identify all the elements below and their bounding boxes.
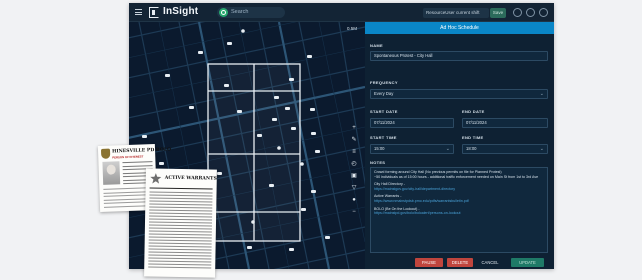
search-input[interactable]: Search	[217, 7, 285, 18]
map-scale-label: 0.5M	[347, 26, 358, 31]
chevron-down-icon: ⌄	[445, 146, 450, 152]
ad-hoc-schedule-panel: Ad Hoc Schedule NAME Spontaneous Protest…	[365, 22, 554, 269]
warrants-table	[148, 191, 213, 270]
frequency-select[interactable]: Every Day ⌄	[370, 89, 548, 99]
zoom-out-icon[interactable]: −	[349, 206, 359, 218]
pause-button[interactable]: PAUSE	[415, 258, 443, 267]
warrants-title: ACTIVE WARRANTS	[164, 175, 217, 182]
menu-icon[interactable]	[135, 9, 142, 15]
filter-icon[interactable]: ▽	[349, 182, 359, 194]
layers-icon[interactable]: ≡	[349, 146, 359, 158]
active-warrants-document: ACTIVE WARRANTS	[144, 168, 217, 278]
start-time-label: START TIME	[370, 135, 397, 140]
top-bar: InSight Search ResourceUser current shif…	[129, 3, 554, 22]
name-field[interactable]: Spontaneous Protest - City Hall	[370, 51, 548, 61]
cancel-button[interactable]: CANCEL	[477, 258, 503, 267]
police-badge-icon	[100, 148, 111, 159]
user-avatar-icon[interactable]	[539, 8, 548, 17]
start-date-label: START DATE	[370, 109, 398, 114]
end-time-select[interactable]: 18:00 ⌄	[462, 144, 548, 154]
end-time-label: END TIME	[462, 135, 484, 140]
end-time-value: 18:00	[466, 146, 477, 151]
frequency-label: FREQUENCY	[370, 80, 398, 85]
chevron-down-icon: ⌄	[539, 146, 544, 152]
notes-line: ~50 individuals as of 15:00 hours - addi…	[374, 174, 539, 179]
search-placeholder: Search	[231, 9, 249, 15]
end-date-field[interactable]: 07/11/2024	[462, 118, 548, 128]
name-label: NAME	[370, 43, 383, 48]
map-toolbar: + ✎ ≡ ◴ ▣ ▽ ● −	[349, 122, 359, 218]
start-time-select[interactable]: 15:00 ⌄	[370, 144, 454, 154]
bolo-subtitle: PERSON OF INTEREST	[112, 154, 144, 160]
start-date-field[interactable]: 07/11/2024	[370, 118, 454, 128]
end-date-label: END DATE	[462, 109, 485, 114]
search-icon	[219, 8, 228, 17]
user-shift-select[interactable]: ResourceUser current shift	[423, 8, 489, 18]
bolo-link[interactable]: https://mainstpd.gov/bolo/boloalert/pers…	[374, 211, 544, 216]
notes-label: NOTES	[370, 160, 386, 165]
delete-button[interactable]: DELETE	[447, 258, 473, 267]
insight-logo-icon	[149, 7, 159, 18]
help-icon[interactable]	[526, 8, 535, 17]
update-button[interactable]: UPDATE	[511, 258, 544, 267]
pencil-icon[interactable]: ✎	[349, 134, 359, 146]
location-pin-icon[interactable]: ●	[349, 194, 359, 206]
start-time-value: 15:00	[374, 146, 385, 151]
panel-title: Ad Hoc Schedule	[365, 22, 554, 34]
notes-textarea[interactable]: Crowd forming around City Hall (No previ…	[370, 167, 548, 253]
gallery-icon[interactable]: ▣	[349, 170, 359, 182]
frequency-value: Every Day	[374, 91, 394, 96]
chevron-down-icon: ⌄	[539, 91, 544, 97]
history-icon[interactable]: ◴	[349, 158, 359, 170]
selection-grid-overlay	[207, 63, 301, 242]
screenshot-stage: InSight Search ResourceUser current shif…	[0, 0, 642, 280]
sheriff-star-icon	[150, 173, 162, 184]
app-title: InSight	[163, 6, 199, 17]
notification-icon[interactable]	[513, 8, 522, 17]
save-button[interactable]: Save	[490, 8, 506, 18]
zoom-in-icon[interactable]: +	[349, 122, 359, 134]
suspect-photo	[102, 161, 121, 185]
